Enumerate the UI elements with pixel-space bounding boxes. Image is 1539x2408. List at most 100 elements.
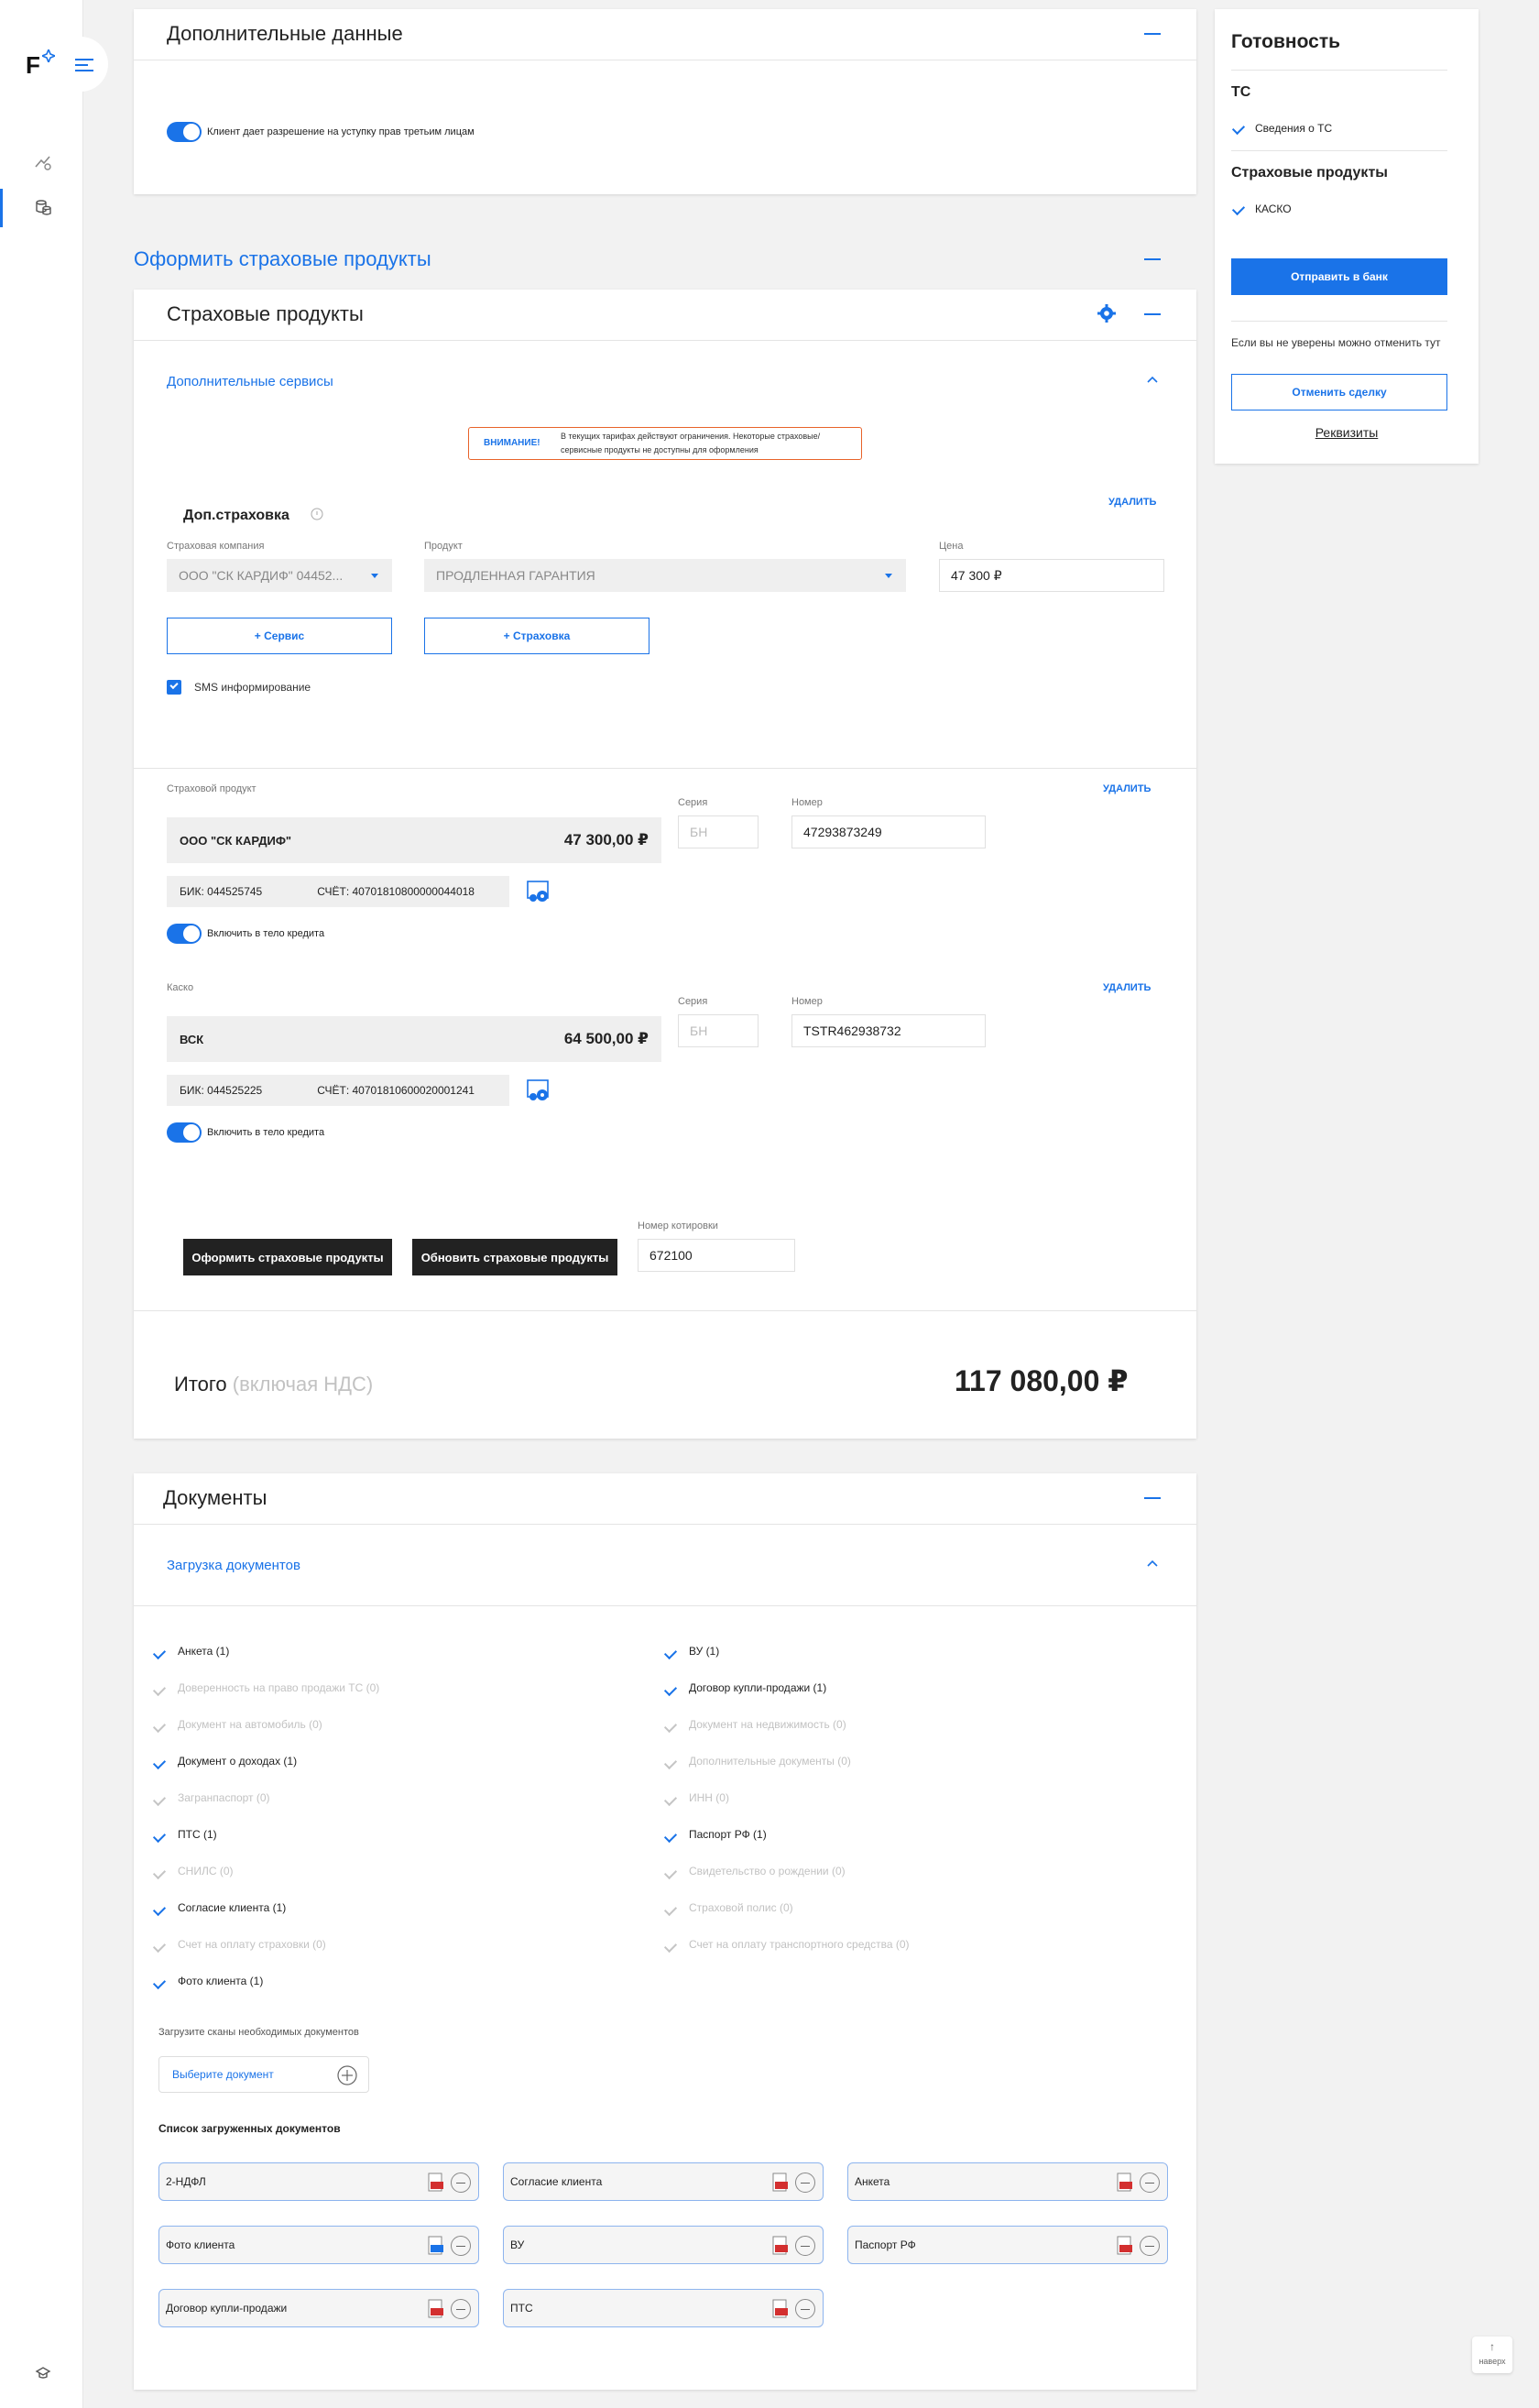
sidebar-active-marker: [0, 189, 3, 227]
doc-item: Договор купли-продажи (1): [689, 1681, 827, 1694]
quote-label: Номер котировки: [638, 1220, 718, 1231]
ins-item: КАСКО: [1255, 202, 1292, 215]
delete-button[interactable]: УДАЛИТЬ: [1108, 497, 1156, 508]
ts-title: ТС: [1231, 84, 1251, 100]
delete-button[interactable]: УДАЛИТЬ: [1103, 783, 1151, 794]
uploaded-file[interactable]: ВУ: [503, 2226, 824, 2264]
series-input[interactable]: БН: [678, 1014, 759, 1047]
sms-checkbox[interactable]: [167, 680, 181, 695]
requisites-link[interactable]: Реквизиты: [1215, 425, 1479, 440]
pdf-file-icon[interactable]: [772, 2236, 789, 2256]
number-input[interactable]: 47293873249: [791, 815, 986, 848]
doc-item: Согласие клиента (1): [178, 1901, 287, 1914]
remove-icon[interactable]: [1140, 2173, 1160, 2193]
bank-settings-icon[interactable]: [526, 880, 553, 905]
issue-insurance-button[interactable]: Оформить страховые продукты: [183, 1239, 392, 1275]
pdf-file-icon[interactable]: [1117, 2173, 1133, 2193]
pdf-file-icon[interactable]: [772, 2299, 789, 2319]
remove-icon[interactable]: [451, 2299, 471, 2319]
documents-card: Документы Загрузка документов Анкета (1)…: [134, 1473, 1196, 2390]
delete-button[interactable]: УДАЛИТЬ: [1103, 982, 1151, 993]
upload-hint: Загрузите сканы необходимых документов: [158, 2027, 359, 2038]
chevron-down-icon: [371, 574, 378, 578]
sidebar: F: [0, 0, 83, 2408]
company-select[interactable]: ООО "СК КАРДИФ" 04452...: [167, 559, 392, 592]
number-label: Номер: [791, 797, 823, 808]
doc-item: Фото клиента (1): [178, 1975, 264, 1987]
collapse-icon[interactable]: [1144, 33, 1161, 35]
doc-item: ПТС (1): [178, 1828, 217, 1841]
pdf-file-icon[interactable]: [1117, 2236, 1133, 2256]
deals-icon[interactable]: [33, 152, 53, 172]
uploaded-title: Список загруженных документов: [158, 2122, 341, 2135]
assignment-toggle[interactable]: [167, 122, 202, 142]
remove-icon[interactable]: [1140, 2236, 1160, 2256]
price-label: Цена: [939, 541, 964, 552]
doc-item: Анкета (1): [178, 1645, 230, 1658]
cancel-deal-button[interactable]: Отменить сделку: [1231, 374, 1447, 410]
product-select[interactable]: ПРОДЛЕННАЯ ГАРАНТИЯ: [424, 559, 906, 592]
number-input[interactable]: TSTR462938732: [791, 1014, 986, 1047]
add-service-button[interactable]: + Сервис: [167, 618, 392, 654]
scroll-top-button[interactable]: ↑ наверх: [1472, 2337, 1512, 2373]
doc-item: Документ на автомобиль (0): [178, 1718, 322, 1731]
toggle-label: Включить в тело кредита: [207, 1127, 325, 1138]
coins-icon[interactable]: [33, 197, 53, 217]
pdf-file-icon[interactable]: [428, 2299, 444, 2319]
quote-input[interactable]: 672100: [638, 1239, 795, 1272]
uploaded-file[interactable]: ПТС: [503, 2289, 824, 2327]
remove-icon[interactable]: [795, 2173, 815, 2193]
menu-toggle-button[interactable]: [66, 37, 108, 92]
uploaded-file[interactable]: 2-НДФЛ: [158, 2162, 479, 2201]
product-summary: ООО "СК КАРДИФ" 47 300,00 ₽: [167, 817, 661, 863]
pdf-file-icon[interactable]: [772, 2173, 789, 2193]
remove-icon[interactable]: [451, 2236, 471, 2256]
info-icon[interactable]: [311, 508, 323, 520]
remove-icon[interactable]: [795, 2236, 815, 2256]
remove-icon[interactable]: [451, 2173, 471, 2193]
check-icon: [663, 1646, 678, 1660]
pdf-file-icon[interactable]: [428, 2173, 444, 2193]
insurance-card: Страховые продукты Дополнительные сервис…: [134, 290, 1196, 1439]
chevron-up-icon[interactable]: [1147, 376, 1158, 383]
send-to-bank-button[interactable]: Отправить в банк: [1231, 258, 1447, 295]
chevron-up-icon[interactable]: [1147, 1560, 1158, 1567]
file-name: Фото клиента: [166, 2238, 235, 2251]
check-icon: [663, 1939, 678, 1954]
uploaded-file[interactable]: Согласие клиента: [503, 2162, 824, 2201]
upload-docs-toggle[interactable]: Загрузка документов: [167, 1558, 300, 1573]
support-icon[interactable]: [35, 2364, 51, 2381]
product-type-label: Каско: [167, 982, 194, 993]
gear-icon[interactable]: [1097, 304, 1116, 323]
image-file-icon[interactable]: [428, 2236, 444, 2256]
add-insurance-button[interactable]: + Страховка: [424, 618, 649, 654]
product-label: Продукт: [424, 541, 463, 552]
include-in-credit-toggle[interactable]: [167, 1122, 202, 1143]
collapse-icon[interactable]: [1144, 313, 1161, 315]
document-select[interactable]: Выберите документ: [158, 2056, 369, 2093]
check-icon: [152, 1719, 167, 1734]
bank-settings-icon[interactable]: [526, 1078, 553, 1104]
check-icon: [152, 1939, 167, 1954]
uploaded-file[interactable]: Паспорт РФ: [847, 2226, 1168, 2264]
product-summary: ВСК 64 500,00 ₽: [167, 1016, 661, 1062]
uploaded-file[interactable]: Анкета: [847, 2162, 1168, 2201]
doc-item: Страховой полис (0): [689, 1901, 793, 1914]
card-title: Дополнительные данные: [167, 22, 403, 45]
update-insurance-button[interactable]: Обновить страховые продукты: [412, 1239, 617, 1275]
warning-label: ВНИМАНИЕ!: [484, 438, 540, 448]
doc-item: Документ о доходах (1): [178, 1755, 298, 1768]
uploaded-file[interactable]: Договор купли-продажи: [158, 2289, 479, 2327]
file-name: Договор купли-продажи: [166, 2302, 288, 2315]
uploaded-file[interactable]: Фото клиента: [158, 2226, 479, 2264]
doc-item: Счет на оплату страховки (0): [178, 1938, 326, 1951]
check-icon: [663, 1866, 678, 1880]
collapse-icon[interactable]: [1144, 1497, 1161, 1499]
include-in-credit-toggle[interactable]: [167, 924, 202, 944]
remove-icon[interactable]: [795, 2299, 815, 2319]
add-circle-icon[interactable]: [337, 2065, 357, 2085]
price-input[interactable]: 47 300 ₽: [939, 559, 1164, 592]
extra-services-toggle[interactable]: Дополнительные сервисы: [167, 374, 333, 389]
series-input[interactable]: БН: [678, 815, 759, 848]
collapse-icon[interactable]: [1144, 258, 1161, 260]
